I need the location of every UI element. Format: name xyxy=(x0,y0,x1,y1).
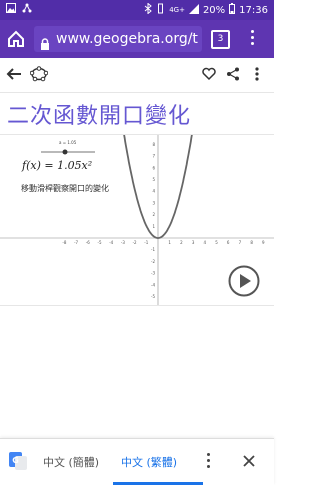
page-title: 二次函數開口變化 xyxy=(7,104,192,129)
x-tick-label: -4 xyxy=(109,240,113,245)
x-tick-label: 7 xyxy=(239,240,242,245)
x-tick-label: 8 xyxy=(250,240,253,245)
translate-bar: G 中文 (簡體) 中文 (繁體) xyxy=(0,438,274,485)
slider-label: a = 1.05 xyxy=(59,140,77,145)
x-tick-label: 9 xyxy=(262,240,265,245)
y-tick-label: -1 xyxy=(151,247,155,252)
vibrate-icon xyxy=(156,3,165,17)
signal-icon xyxy=(188,3,199,17)
source-language-tab[interactable]: 中文 (簡體) xyxy=(43,454,99,470)
x-tick-label: 2 xyxy=(180,240,183,245)
translate-menu-icon[interactable] xyxy=(207,453,211,471)
y-tick-label: -2 xyxy=(151,259,155,264)
browser-menu-icon[interactable] xyxy=(250,30,256,48)
y-tick-label: 8 xyxy=(152,142,155,147)
x-tick-label: -6 xyxy=(86,240,90,245)
home-icon[interactable] xyxy=(6,29,26,49)
x-tick-label: 6 xyxy=(227,240,230,245)
play-icon xyxy=(228,265,260,297)
play-button[interactable] xyxy=(228,265,260,297)
x-tick-label: -3 xyxy=(121,240,125,245)
bluetooth-icon xyxy=(144,2,152,17)
x-tick-label: -1 xyxy=(144,240,148,245)
tab-switcher-button[interactable]: 3 xyxy=(211,30,230,49)
page-app-bar xyxy=(0,58,274,93)
status-bar: 4G+ 20% 17:36 xyxy=(0,0,274,20)
close-icon[interactable] xyxy=(242,453,256,467)
target-language-tab[interactable]: 中文 (繁體) xyxy=(121,454,177,470)
y-tick-label: 2 xyxy=(152,212,155,217)
y-tick-label: -4 xyxy=(151,282,155,287)
url-field[interactable]: www.geogebra.org/t xyxy=(34,26,202,52)
browser-toolbar: www.geogebra.org/t 3 xyxy=(0,20,274,58)
y-tick-label: -3 xyxy=(151,271,155,276)
x-tick-label: 5 xyxy=(215,240,218,245)
lock-icon xyxy=(40,33,50,50)
x-tick-label: -2 xyxy=(133,240,137,245)
network-share-icon xyxy=(22,3,32,16)
google-translate-icon[interactable]: G xyxy=(9,452,27,470)
battery-level: 20% xyxy=(202,4,226,16)
x-tick-label: 3 xyxy=(192,240,195,245)
function-formula: f(x) = 1.05x² xyxy=(22,159,93,172)
heart-icon[interactable] xyxy=(202,66,216,85)
x-tick-label: -7 xyxy=(74,240,78,245)
battery-icon xyxy=(229,3,236,17)
x-tick-label: -5 xyxy=(98,240,102,245)
y-tick-label: 3 xyxy=(152,200,155,205)
share-icon[interactable] xyxy=(226,66,240,85)
network-type: 4G+ xyxy=(169,6,185,14)
slider-handle[interactable] xyxy=(62,149,68,155)
y-tick-label: -5 xyxy=(151,294,155,299)
y-tick-label: 4 xyxy=(152,189,155,194)
x-tick-label: 4 xyxy=(204,240,207,245)
back-arrow-icon[interactable] xyxy=(6,66,22,86)
more-options-icon[interactable] xyxy=(255,66,259,85)
y-tick-label: 1 xyxy=(152,224,155,229)
instruction-text: 移動滑桿觀察開口的變化 xyxy=(21,184,109,193)
geogebra-logo-icon[interactable] xyxy=(29,66,49,86)
url-text: www.geogebra.org/t xyxy=(56,31,198,47)
x-tick-label: -8 xyxy=(62,240,66,245)
svg-text:G: G xyxy=(12,456,19,465)
y-tick-label: 6 xyxy=(152,165,155,170)
gallery-icon xyxy=(6,3,16,16)
y-tick-label: 7 xyxy=(152,154,155,159)
clock: 17:36 xyxy=(239,4,268,16)
x-tick-label: 1 xyxy=(168,240,171,245)
y-tick-label: 5 xyxy=(152,177,155,182)
